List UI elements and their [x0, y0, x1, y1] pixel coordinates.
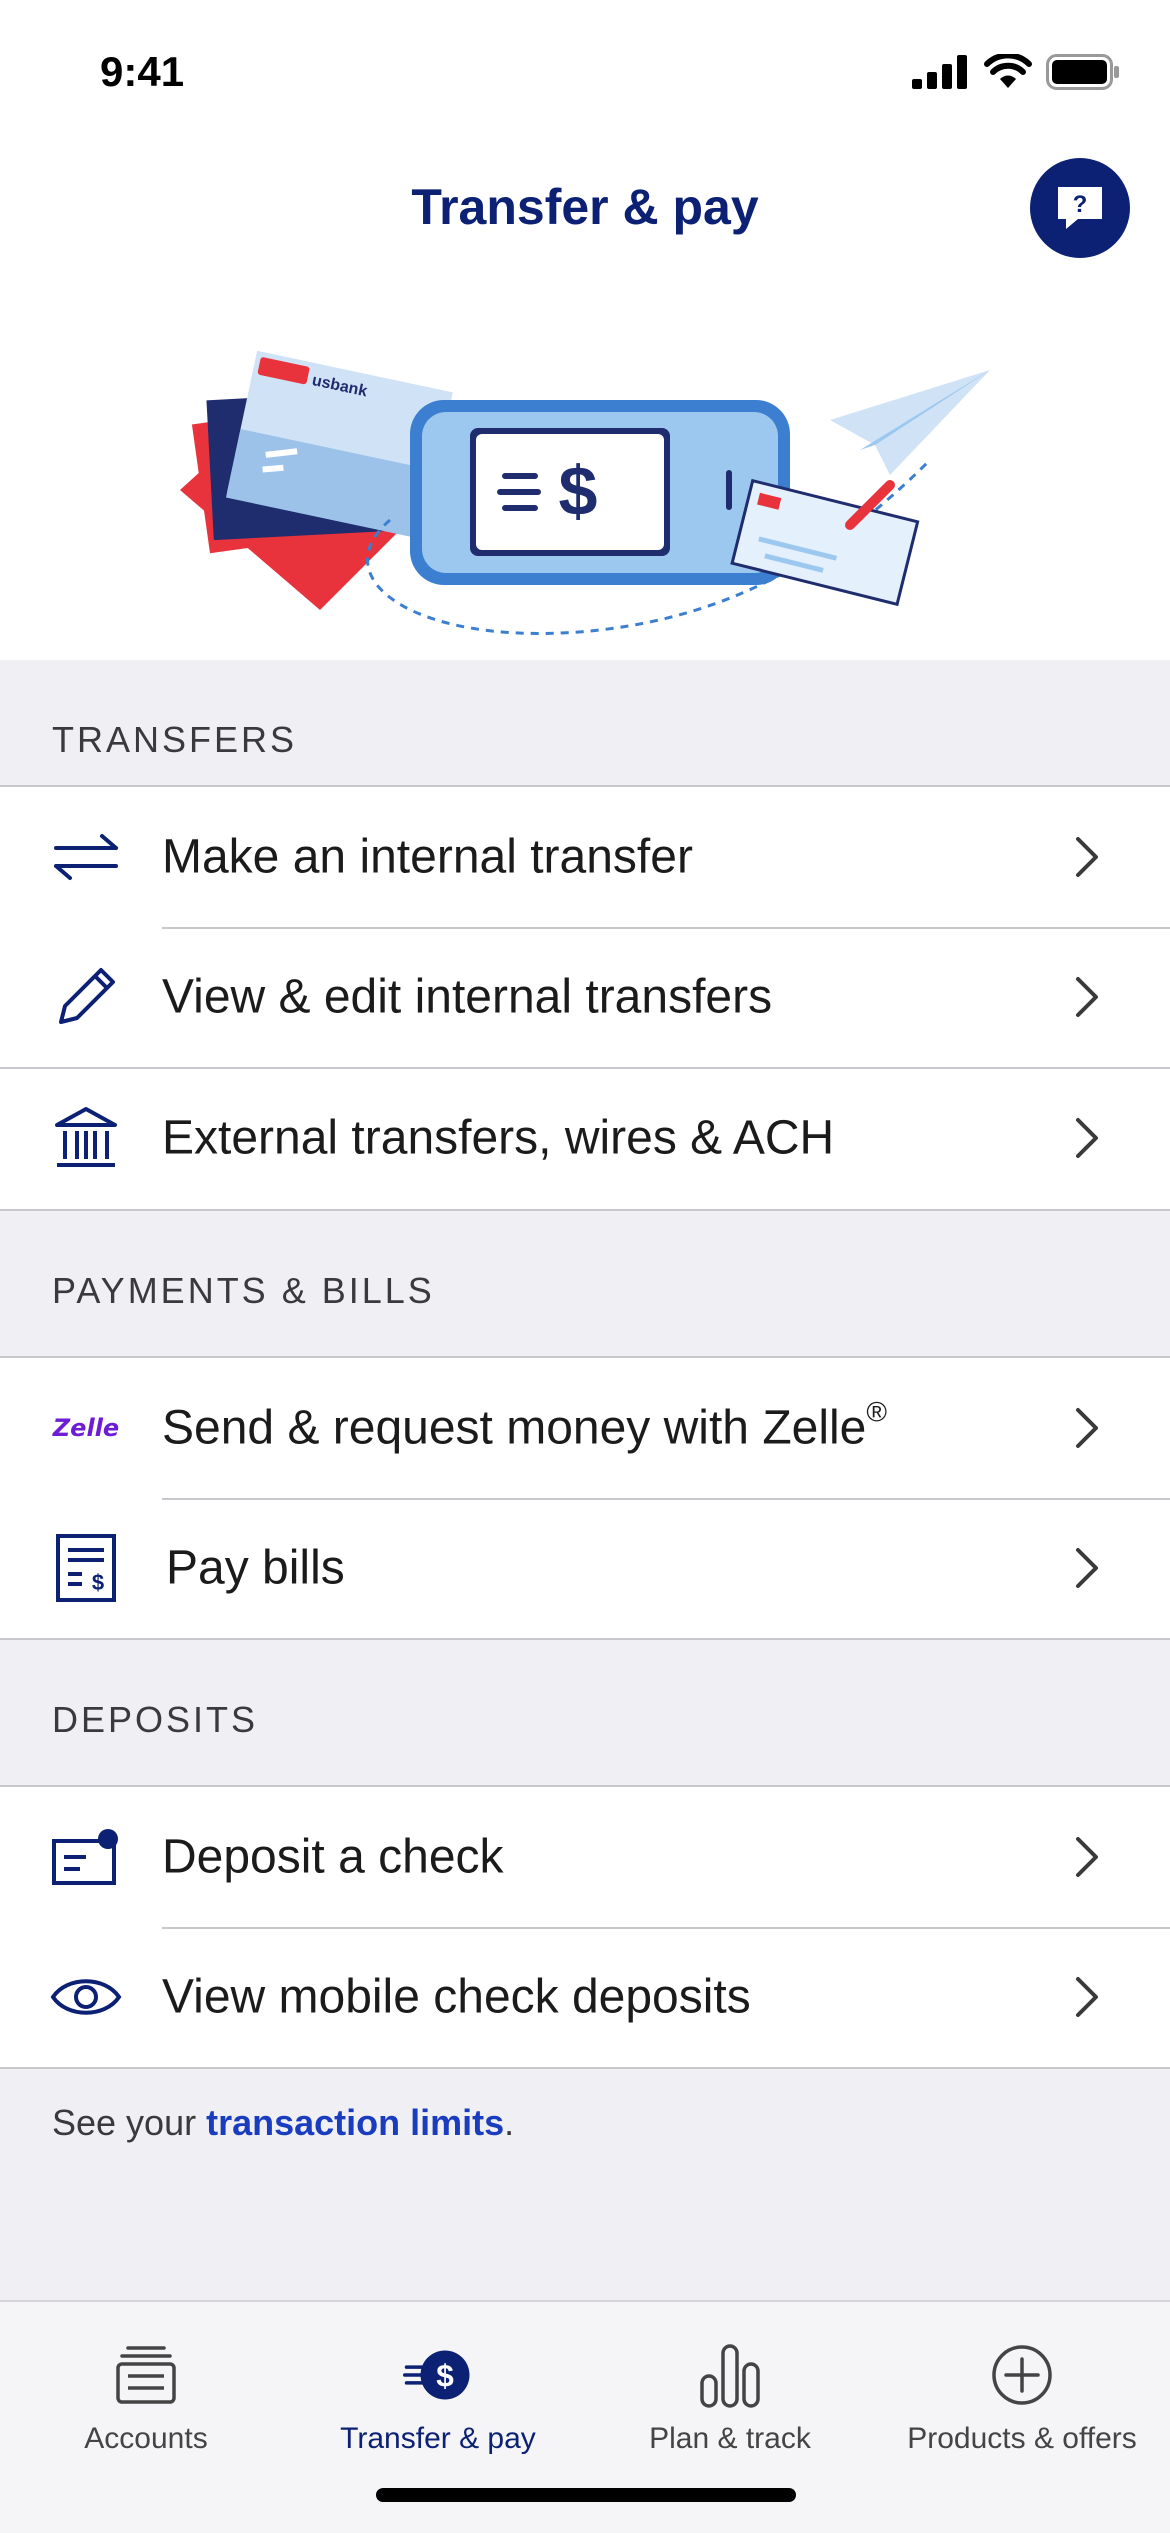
hero-illustration: usbank $ — [180, 350, 990, 635]
chevron-right-icon — [1076, 1977, 1098, 2017]
tab-label: Accounts — [84, 2422, 208, 2455]
zelle-logo: Zelle — [48, 1390, 124, 1466]
section-title-transfers: TRANSFERS — [52, 719, 298, 760]
view-edit-internal-transfers-row[interactable]: View & edit internal transfers — [0, 927, 1170, 1067]
make-internal-transfer-row[interactable]: Make an internal transfer — [0, 787, 1170, 927]
section-header-transfers: TRANSFERS — [0, 660, 1170, 785]
chevron-right-icon — [1076, 1837, 1098, 1877]
bar-chart-icon — [695, 2340, 765, 2410]
chat-help-icon: ? — [1058, 187, 1102, 229]
tab-accounts[interactable]: Accounts — [0, 2340, 292, 2480]
chevron-right-icon — [1076, 1548, 1098, 1588]
tab-transfer-pay[interactable]: $ Transfer & pay — [292, 2340, 584, 2480]
section-title-deposits: DEPOSITS — [52, 1699, 259, 1740]
chevron-right-icon — [1076, 977, 1098, 1017]
transaction-limits-note: See your transaction limits. — [52, 2102, 514, 2144]
external-transfers-row[interactable]: External transfers, wires & ACH — [0, 1067, 1170, 1209]
payments-group: Zelle Send & request money with Zelle® $… — [0, 1356, 1170, 1640]
signal-icon — [912, 55, 967, 89]
plus-circle-icon — [987, 2340, 1057, 2410]
tab-products-offers[interactable]: Products & offers — [876, 2340, 1168, 2480]
limits-prefix: See your — [52, 2102, 207, 2143]
limits-suffix: . — [504, 2102, 515, 2143]
pencil-icon — [48, 959, 124, 1035]
row-label: Pay bills — [166, 1541, 345, 1595]
row-label: Make an internal transfer — [162, 830, 693, 884]
bank-icon — [48, 1100, 124, 1176]
row-label: View & edit internal transfers — [162, 970, 773, 1024]
battery-icon — [1046, 54, 1119, 90]
svg-text:$: $ — [559, 452, 598, 530]
svg-text:$: $ — [436, 2357, 454, 2393]
registered-mark: ® — [866, 1396, 888, 1428]
deposits-group: Deposit a check View mobile check deposi… — [0, 1785, 1170, 2069]
row-label: View mobile check deposits — [162, 1970, 751, 2024]
zelle-logo-text: Zelle — [52, 1414, 120, 1442]
chevron-right-icon — [1076, 1118, 1098, 1158]
send-request-zelle-row[interactable]: Zelle Send & request money with Zelle® — [0, 1358, 1170, 1498]
status-icons — [912, 52, 1120, 92]
status-time: 9:41 — [100, 48, 185, 95]
zelle-row-text: Send & request money with Zelle — [162, 1401, 867, 1455]
svg-text:$: $ — [92, 1570, 104, 1595]
chevron-right-icon — [1076, 1408, 1098, 1448]
page-header: Transfer & pay ? usbank $ — [0, 150, 1170, 660]
section-title-payments: PAYMENTS & BILLS — [52, 1270, 435, 1311]
accounts-icon — [111, 2340, 181, 2410]
chevron-right-icon — [1076, 837, 1098, 877]
eye-icon — [48, 1959, 124, 2035]
transfer-pay-icon: $ — [403, 2340, 473, 2410]
tab-label: Plan & track — [649, 2422, 811, 2455]
page-title: Transfer & pay — [411, 179, 759, 235]
tab-plan-track[interactable]: Plan & track — [584, 2340, 876, 2480]
svg-text:?: ? — [1073, 191, 1088, 218]
transfers-group: Make an internal transfer View & edit in… — [0, 785, 1170, 1211]
view-mobile-check-deposits-row[interactable]: View mobile check deposits — [0, 1927, 1170, 2067]
pay-bills-row[interactable]: $ Pay bills — [0, 1498, 1170, 1638]
row-label: External transfers, wires & ACH — [162, 1111, 835, 1165]
transaction-limits-link[interactable]: transaction limits — [206, 2102, 504, 2143]
deposit-check-row[interactable]: Deposit a check — [0, 1787, 1170, 1927]
transfer-arrows-icon — [48, 819, 124, 895]
check-deposit-icon — [48, 1819, 124, 1895]
row-label: Deposit a check — [162, 1830, 504, 1884]
section-header-deposits: DEPOSITS — [0, 1640, 1170, 1765]
home-indicator — [376, 2488, 796, 2502]
wifi-icon — [984, 54, 1032, 88]
status-bar: 9:41 — [0, 0, 1170, 150]
bill-icon: $ — [48, 1530, 124, 1606]
row-label: Send & request money with Zelle® — [162, 1397, 887, 1456]
tab-label: Products & offers — [907, 2422, 1137, 2455]
section-header-payments: PAYMENTS & BILLS — [0, 1211, 1170, 1336]
help-button[interactable]: ? — [1030, 158, 1130, 258]
tab-label: Transfer & pay — [340, 2422, 536, 2455]
